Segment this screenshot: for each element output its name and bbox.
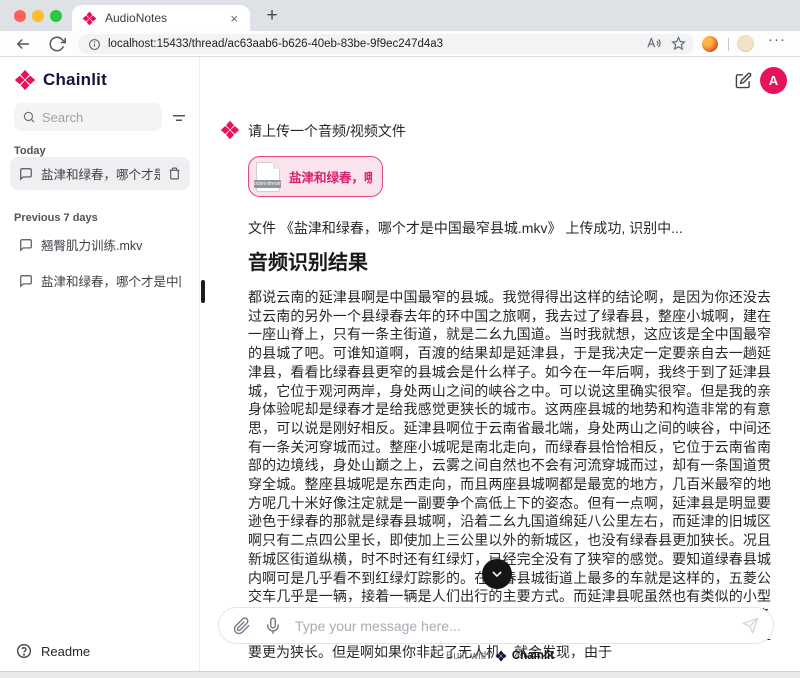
readme-link[interactable]: Readme [16,643,90,659]
section-label-today: Today [14,145,46,157]
upload-status-text: 文件 《盐津和绿春，哪个才是中国最窄县城.mkv》 上传成功, 识别中... [248,220,683,236]
browser-toolbar: localhost:15433/thread/ac63aab6-b626-40e… [0,31,800,57]
app-body: Chainlit Today 盐津和绿春，哪个才是中... Previous 7… [0,57,800,671]
chainlit-favicon-icon [82,11,97,25]
transcript-text: 都说云南的延津县啊是中国最窄的县城。我觉得得出这样的结论啊，是因为你还没去过云南… [248,289,771,661]
readme-label: Readme [41,643,91,659]
filter-icon [173,115,185,121]
brand-name: Chainlit [43,70,107,89]
edit-square-icon [735,72,752,89]
chevron-down-icon [492,571,502,578]
refresh-icon [49,36,66,52]
thread-title: 翘臀肌力训练.mkv [41,239,143,253]
file-fold-corner [273,161,280,169]
attachment-chip[interactable]: octet-stream 盐津和绿春，哪... [248,156,383,197]
thread-title: 盐津和绿春，哪个才是中国... [41,275,181,289]
search-icon [23,111,35,123]
chat-bubble-icon [20,274,32,288]
built-with-text: Built with [445,650,490,662]
assistant-avatar-icon [220,120,240,140]
file-mime-badge: octet-stream [254,179,281,188]
new-tab-button[interactable]: + [260,4,284,28]
delete-thread-icon[interactable] [168,167,181,180]
browser-extension-icon[interactable] [702,36,718,52]
address-bar[interactable]: localhost:15433/thread/ac63aab6-b626-40e… [78,34,694,54]
thread-item[interactable]: 翘臀肌力训练.mkv [10,228,190,261]
tab-strip: AudioNotes × + [0,0,800,31]
url-text: localhost:15433/thread/ac63aab6-b626-40e… [108,38,444,50]
attach-file-icon[interactable] [233,616,251,635]
tab-title: AudioNotes [105,11,168,25]
back-arrow-icon [16,38,29,50]
scroll-to-bottom-button[interactable] [482,559,512,589]
chat-main: A 请上传一个音频/视频文件 octet-stream 盐津和绿春，哪... 文… [200,57,800,671]
read-aloud-icon[interactable] [646,36,661,51]
window-bottom-edge [0,671,800,678]
user-avatar[interactable]: A [760,67,787,94]
thread-item[interactable]: 盐津和绿春，哪个才是中国... [10,264,190,297]
chainlit-footer-logo-icon [495,650,507,662]
chat-bubble-icon [20,167,32,181]
chat-bubble-icon [20,238,32,252]
new-chat-button[interactable] [735,72,752,89]
site-info-icon[interactable] [88,38,101,51]
thread-item[interactable]: 盐津和绿春，哪个才是中... [10,157,190,190]
search-box[interactable] [14,103,162,131]
brand-row: Chainlit [14,69,107,91]
attachment-name: 盐津和绿春，哪... [289,171,372,185]
message-composer[interactable] [218,607,774,644]
chainlit-logo-icon [14,69,36,91]
thread-title: 盐津和绿春，哪个才是中... [41,168,160,182]
sidebar: Chainlit Today 盐津和绿春，哪个才是中... Previous 7… [0,57,200,671]
filter-button[interactable] [170,109,188,125]
window-zoom-button[interactable] [50,10,62,22]
browser-menu-button[interactable]: ··· [768,31,786,48]
built-with-footer: Built with Chainlit [200,650,800,662]
browser-tab[interactable]: AudioNotes × [72,5,250,31]
send-icon[interactable] [742,617,759,634]
sidebar-scrollbar-thumb[interactable] [201,280,205,303]
help-circle-icon [17,644,31,658]
refresh-button[interactable] [48,35,66,53]
microphone-icon[interactable] [264,616,282,635]
window-close-button[interactable] [14,10,26,22]
profile-avatar-icon[interactable] [737,35,754,52]
tab-close-icon[interactable]: × [228,11,240,26]
toolbar-divider [728,38,729,51]
window-minimize-button[interactable] [32,10,44,22]
footer-brand-text: Chainlit [511,650,555,662]
search-input[interactable] [42,109,154,125]
message-input[interactable] [295,617,729,634]
section-label-previous: Previous 7 days [14,212,98,224]
browser-window: AudioNotes × + localhost:15433/thread/ac… [0,0,800,678]
result-heading: 音频识别结果 [248,252,368,274]
file-icon: octet-stream [254,161,281,192]
assistant-message: 请上传一个音频/视频文件 [248,123,406,139]
back-button[interactable] [14,35,32,53]
favorite-star-icon[interactable] [671,36,686,51]
